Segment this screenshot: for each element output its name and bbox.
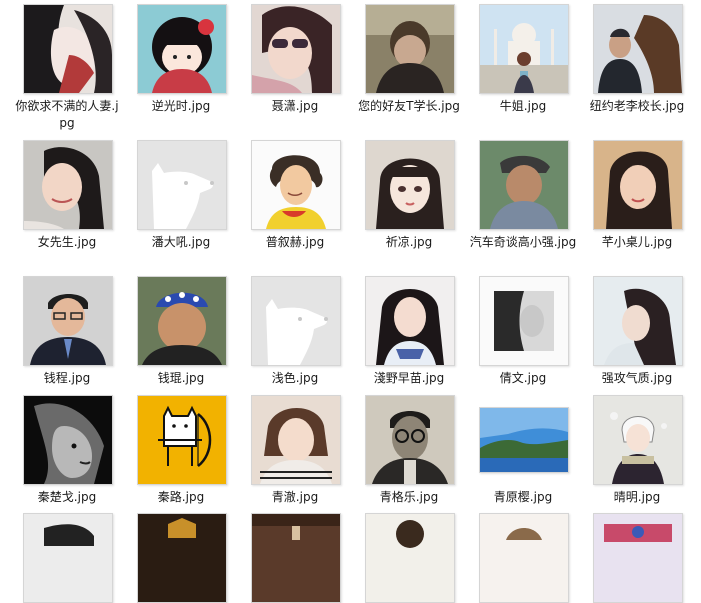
illustration-portrait-icon xyxy=(365,140,455,230)
file-name: 潘大吼.jpg xyxy=(151,235,211,249)
thumbnail-partial xyxy=(137,513,227,603)
file-name: 您的好友T学长.jpg xyxy=(358,99,460,113)
portrait-icon xyxy=(251,4,341,94)
cartoon-portrait-icon xyxy=(251,140,341,230)
lion-icon xyxy=(23,395,113,485)
file-name: 秦路.jpg xyxy=(157,490,205,504)
file-name: 钱琨.jpg xyxy=(157,371,205,385)
thumbnail-partial xyxy=(365,513,455,603)
file-name: 倩文.jpg xyxy=(499,371,547,385)
file-name: 汽车奇谈高小强.jpg xyxy=(469,235,577,249)
file-name: 青原樱.jpg xyxy=(493,490,553,504)
file-name: 逆光时.jpg xyxy=(151,99,211,113)
file-name: 青澈.jpg xyxy=(271,490,319,504)
portrait-icon xyxy=(23,276,113,366)
file-name: 祈凉.jpg xyxy=(385,235,433,249)
thumbnail-partial xyxy=(479,513,569,603)
portrait-icon xyxy=(593,140,683,230)
anime-character-icon xyxy=(593,395,683,485)
file-name: 聂潇.jpg xyxy=(271,99,319,113)
default-dog-avatar-icon xyxy=(251,276,341,366)
file-name: 女先生.jpg xyxy=(37,235,97,249)
portrait-icon xyxy=(365,4,455,94)
file-name: 芊小桌儿.jpg xyxy=(601,235,673,249)
taj-mahal-icon xyxy=(479,4,569,94)
thumbnail-partial xyxy=(23,513,113,603)
portrait-icon xyxy=(479,140,569,230)
thumbnail-partial xyxy=(593,513,683,603)
cartoon-archer-icon xyxy=(137,395,227,485)
file-name: 淺野早苗.jpg xyxy=(373,371,445,385)
default-dog-avatar-icon xyxy=(137,140,227,230)
portrait-icon xyxy=(23,140,113,230)
file-name: 秦楚戈.jpg xyxy=(37,490,97,504)
portrait-icon xyxy=(251,395,341,485)
horse-portrait-icon xyxy=(593,4,683,94)
portrait-icon xyxy=(365,276,455,366)
file-name: 你欲求不满的人妻.jpg xyxy=(15,99,119,130)
file-name: 纽约老李校长.jpg xyxy=(589,99,685,113)
bw-portrait-icon xyxy=(479,276,569,366)
file-name: 牛姐.jpg xyxy=(499,99,547,113)
landscape-icon xyxy=(479,407,569,473)
thumbnail-partial xyxy=(251,513,341,603)
file-name: 强攻气质.jpg xyxy=(601,371,673,385)
file-name: 浅色.jpg xyxy=(271,371,319,385)
file-name: 钱程.jpg xyxy=(43,371,91,385)
file-name: 晴明.jpg xyxy=(613,490,661,504)
portrait-icon xyxy=(593,276,683,366)
file-name: 青格乐.jpg xyxy=(379,490,439,504)
vintage-portrait-icon xyxy=(365,395,455,485)
portrait-icon xyxy=(137,276,227,366)
file-name: 普叙赫.jpg xyxy=(265,235,325,249)
doll-icon xyxy=(137,4,227,94)
portrait-illustration-icon xyxy=(23,4,113,94)
